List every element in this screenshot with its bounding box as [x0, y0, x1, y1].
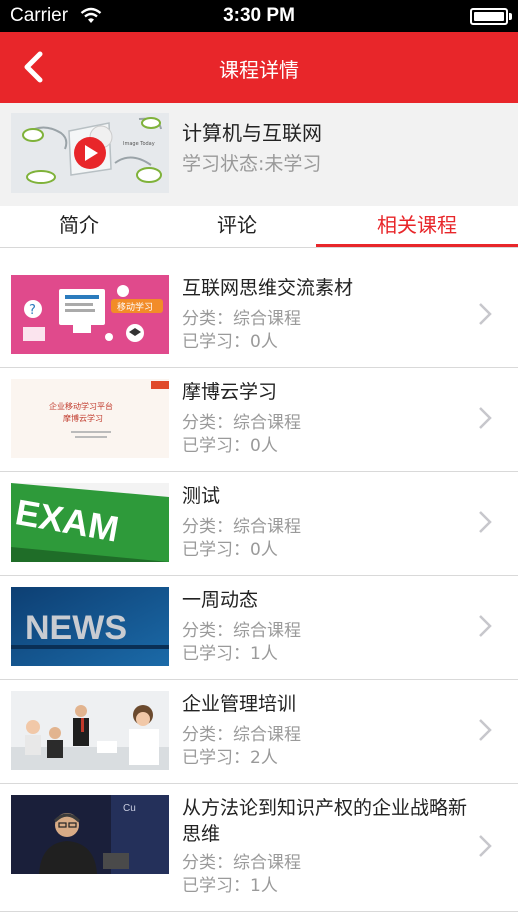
- course-thumbnail: ? 移动学习: [11, 275, 169, 354]
- course-thumbnail[interactable]: Image Today: [11, 113, 169, 193]
- tab-bar: 简介 评论 相关课程: [0, 206, 518, 248]
- chevron-right-icon: [479, 615, 492, 637]
- course-status: 学习状态:未学习: [182, 153, 322, 175]
- course-title: 从方法论到知识产权的企业战略新思维: [182, 797, 468, 845]
- chevron-right-icon: [479, 511, 492, 533]
- nav-bar: 课程详情: [0, 32, 518, 103]
- clock: 3:30 PM: [223, 5, 295, 26]
- tab-comments[interactable]: 评论: [158, 206, 316, 248]
- list-item[interactable]: 企业管理培训 分类：综合课程 已学习：2人: [0, 680, 518, 784]
- course-name: 计算机与互联网: [182, 121, 322, 145]
- course-category: 分类：综合课程: [182, 853, 301, 873]
- course-title: 摩博云学习: [182, 381, 278, 403]
- svg-text:企业移动学习平台: 企业移动学习平台: [49, 401, 113, 411]
- learner-count: 已学习：0人: [182, 332, 278, 352]
- spacer: [0, 248, 518, 264]
- status-bar: Carrier 3:30 PM: [0, 0, 518, 32]
- course-title: 互联网思维交流素材: [182, 277, 354, 299]
- learner-count: 已学习：1人: [182, 644, 278, 664]
- course-category: 分类：综合课程: [182, 517, 301, 537]
- course-category: 分类：综合课程: [182, 725, 301, 745]
- course-category: 分类：综合课程: [182, 309, 301, 329]
- course-title: 一周动态: [182, 589, 259, 611]
- chevron-right-icon: [479, 719, 492, 741]
- course-thumbnail: [11, 691, 169, 770]
- course-header: Image Today 计算机与互联网 学习状态:未学习: [0, 103, 518, 206]
- course-title: 测试: [182, 485, 221, 507]
- course-category: 分类：综合课程: [182, 621, 301, 641]
- course-thumbnail: 企业移动学习平台 摩博云学习: [11, 379, 169, 458]
- learner-count: 已学习：0人: [182, 436, 278, 456]
- list-item[interactable]: ? 移动学习 互联网思维交流素材 分类：综合课程 已学习：0人: [0, 264, 518, 368]
- list-item-partial[interactable]: 推程: [0, 912, 518, 920]
- tab-intro[interactable]: 简介: [0, 206, 158, 248]
- related-course-list: ? 移动学习 互联网思维交流素材 分类：综合课程 已学习：0人 企业移动学习平台…: [0, 264, 518, 920]
- svg-text:?: ?: [29, 303, 36, 318]
- learner-count: 已学习：2人: [182, 748, 278, 768]
- chevron-right-icon: [479, 303, 492, 325]
- svg-text:移动学习: 移动学习: [117, 301, 153, 313]
- list-item[interactable]: NEWS 一周动态 分类：综合课程 已学习：1人: [0, 576, 518, 680]
- learner-count: 已学习：0人: [182, 540, 278, 560]
- chevron-right-icon: [479, 835, 492, 857]
- play-video-icon: Image Today: [11, 113, 169, 193]
- page-title: 课程详情: [219, 58, 299, 82]
- tab-related-courses[interactable]: 相关课程: [316, 206, 518, 248]
- course-thumbnail: NEWS: [11, 587, 169, 666]
- course-title: 企业管理培训: [182, 693, 297, 715]
- course-thumbnail: Cu: [11, 795, 169, 874]
- battery-icon: [470, 8, 508, 25]
- list-item[interactable]: 企业移动学习平台 摩博云学习 摩博云学习 分类：综合课程 已学习：0人: [0, 368, 518, 472]
- battery-tip: [509, 13, 512, 20]
- svg-text:Image Today: Image Today: [123, 141, 155, 147]
- svg-text:摩博云学习: 摩博云学习: [63, 413, 103, 423]
- list-item[interactable]: Cu 从方法论到知识产权的企业战略新思维 分类：综合课程 已学习：1人: [0, 784, 518, 912]
- svg-text:NEWS: NEWS: [25, 609, 127, 647]
- list-item[interactable]: EXAM 测试 分类：综合课程 已学习：0人: [0, 472, 518, 576]
- svg-text:Cu: Cu: [123, 803, 136, 814]
- course-thumbnail: EXAM: [11, 483, 169, 562]
- chevron-right-icon: [479, 407, 492, 429]
- learner-count: 已学习：1人: [182, 876, 278, 896]
- course-category: 分类：综合课程: [182, 413, 301, 433]
- active-tab-indicator: [316, 244, 518, 247]
